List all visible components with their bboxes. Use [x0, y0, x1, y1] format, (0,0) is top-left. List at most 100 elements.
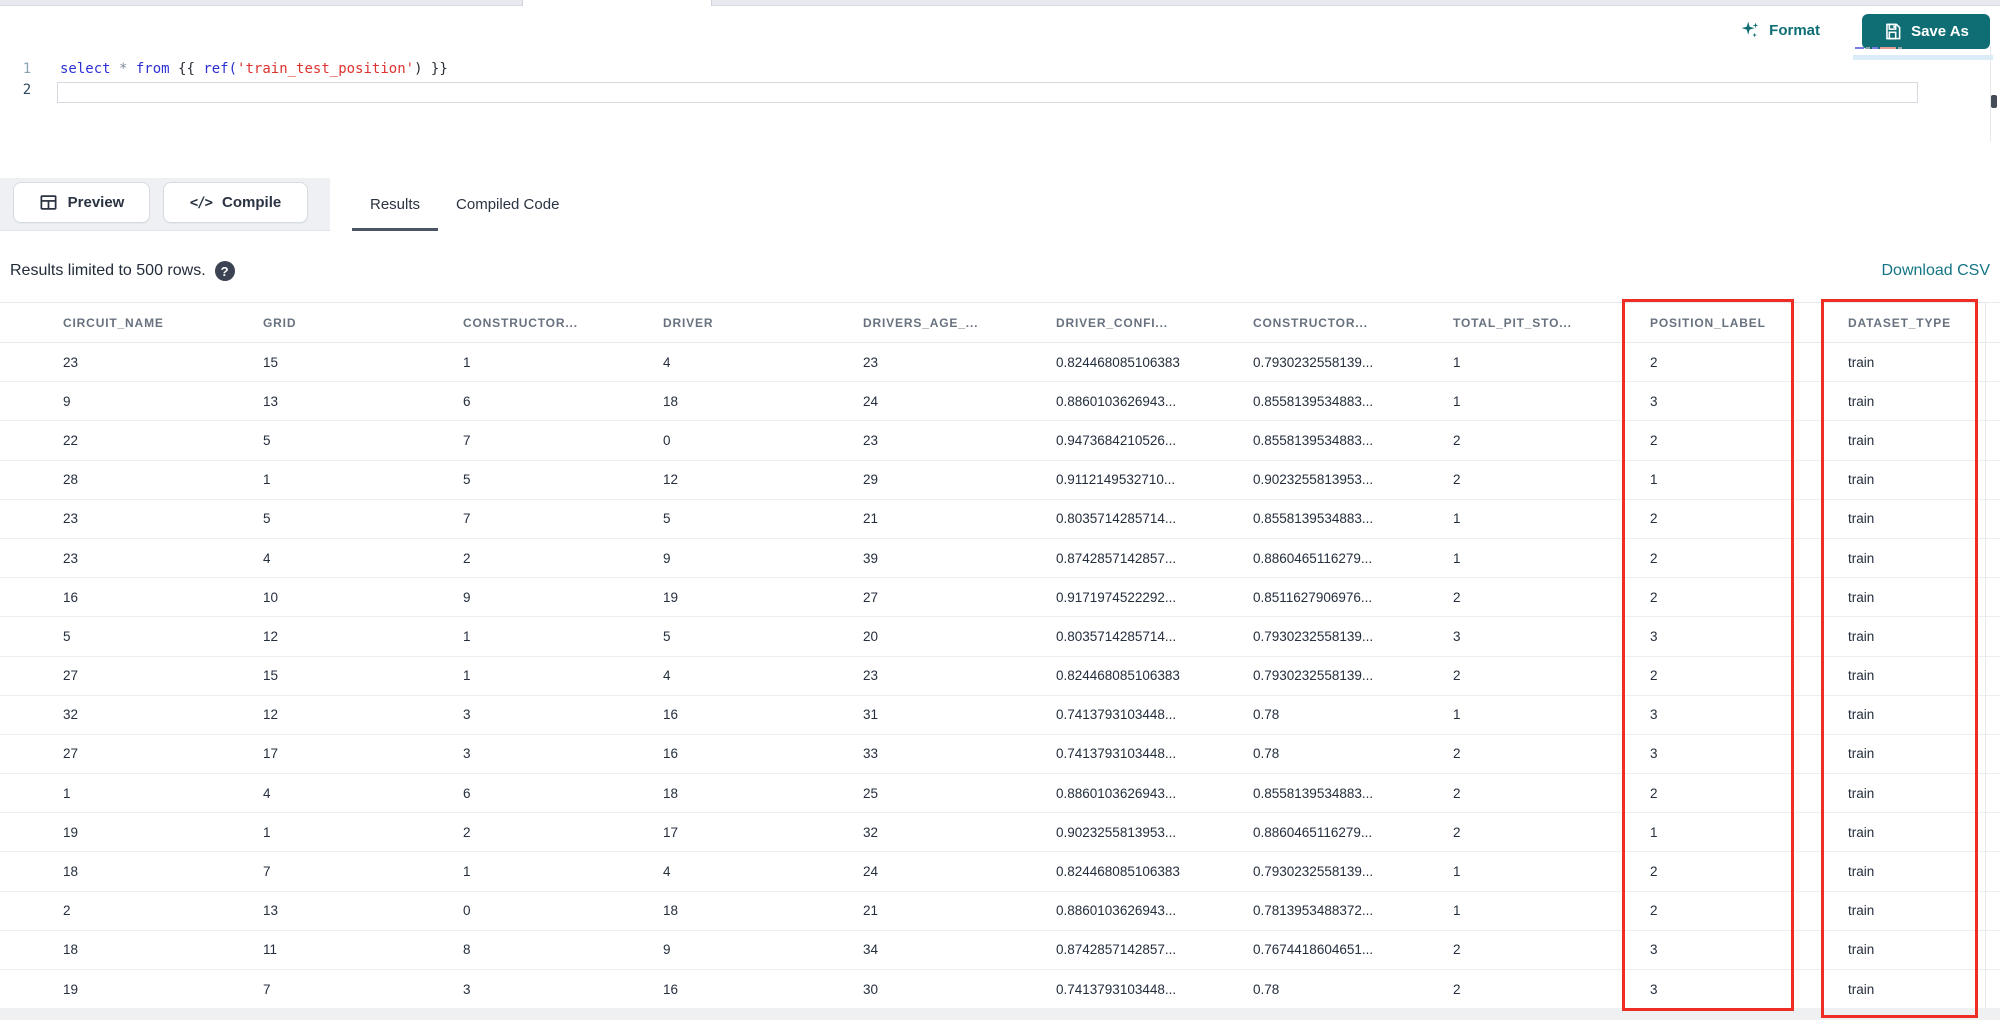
column-header: CONSTRUCTOR...: [400, 302, 600, 343]
table-cell: 1: [400, 656, 600, 696]
table-cell: 3: [400, 695, 600, 735]
save-as-button[interactable]: Save As: [1862, 14, 1990, 49]
table-cell: 3: [400, 969, 600, 1008]
table-cell: 2: [1400, 969, 1600, 1008]
table-cell: 0.7813953488372...: [1200, 891, 1400, 931]
table-cell: 0.8558139534883...: [1200, 420, 1400, 461]
table-cell: 4: [200, 538, 400, 579]
column-header: CONSTRUCTOR...: [1200, 302, 1400, 343]
table-cell: 2: [1400, 734, 1600, 775]
table-cell: 7: [200, 969, 400, 1008]
table-cell: 0.9023255813953...: [1000, 812, 1200, 853]
table-cell: 30: [800, 969, 1000, 1008]
tab-results[interactable]: Results: [352, 178, 439, 231]
table-cell: 18: [600, 891, 800, 931]
table-cell: 5: [600, 499, 800, 539]
save-icon: [1883, 22, 1902, 41]
table-cell: 21: [800, 499, 1000, 539]
column-header: GRID: [200, 302, 400, 343]
table-cell: 0.8511627906976...: [1200, 577, 1400, 618]
table-cell: 18: [0, 930, 200, 971]
table-cell: 2: [1400, 656, 1600, 696]
table-cell: 11: [200, 930, 400, 971]
editor-scrollbar-thumb[interactable]: [1991, 95, 1997, 108]
table-cell: 29: [800, 460, 1000, 500]
table-cell: 0.8035714285714...: [1000, 616, 1200, 657]
table-cell: 0.78: [1200, 969, 1400, 1008]
table-cell: 2: [0, 891, 200, 931]
sql-editor[interactable]: 1 2 select * from {{ ref('train_test_pos…: [0, 7, 2000, 178]
results-tabs: Results Compiled Code: [352, 178, 577, 231]
compile-button[interactable]: </> Compile: [163, 182, 308, 223]
table-cell: 0.8860465116279...: [1200, 812, 1400, 853]
minimap-viewport[interactable]: [1853, 55, 1993, 60]
table-cell: 2: [1400, 773, 1600, 814]
help-icon[interactable]: ?: [214, 261, 235, 281]
table-cell: 16: [0, 577, 200, 618]
tab-compiled-code[interactable]: Compiled Code: [438, 178, 577, 231]
table-cell: 16: [600, 695, 800, 735]
table-cell: 23: [800, 342, 1000, 383]
format-button[interactable]: Format: [1739, 15, 1820, 45]
table-cell: 1: [1400, 381, 1600, 422]
editor-minimap[interactable]: [1855, 46, 1915, 50]
table-cell: 23: [0, 499, 200, 539]
table-cell: 3: [1400, 616, 1600, 657]
table-cell: 39: [800, 538, 1000, 579]
table-cell: 7: [400, 499, 600, 539]
table-cell: 0.7930232558139...: [1200, 851, 1400, 892]
editor-scrollbar-track: [1990, 46, 1991, 142]
table-cell: 32: [800, 812, 1000, 853]
row-limit-text: Results limited to 500 rows. ?: [10, 261, 235, 281]
table-grid-icon: [39, 193, 58, 212]
table-cell: 1: [0, 773, 200, 814]
line-number-1: 1: [22, 61, 32, 77]
table-cell: 0.9473684210526...: [1000, 420, 1200, 461]
table-cell: 2: [400, 812, 600, 853]
table-cell: 19: [0, 969, 200, 1008]
table-cell: 9: [400, 577, 600, 618]
table-cell: 8: [400, 930, 600, 971]
table-cell: 16: [600, 969, 800, 1008]
table-cell: 1: [1400, 499, 1600, 539]
table-cell: 6: [400, 773, 600, 814]
table-cell: 0.7930232558139...: [1200, 616, 1400, 657]
table-cell: 23: [0, 538, 200, 579]
code-line-1[interactable]: select * from {{ ref('train_test_positio…: [60, 61, 448, 82]
active-file-tab[interactable]: [522, 0, 712, 6]
annotation-box-dataset-type: [1821, 299, 1978, 1018]
table-cell: 20: [800, 616, 1000, 657]
results-meta-bar: Results limited to 500 rows. ? Download …: [0, 231, 2000, 302]
table-cell: 0.824468085106383: [1000, 656, 1200, 696]
column-header: DRIVER: [600, 302, 800, 343]
preview-label: Preview: [67, 194, 125, 211]
table-cell: 9: [0, 381, 200, 422]
table-cell: 0.78: [1200, 734, 1400, 775]
table-cell: 2: [1400, 930, 1600, 971]
table-cell: 5: [400, 460, 600, 500]
column-header: CIRCUIT_NAME: [0, 302, 200, 343]
download-csv-link[interactable]: Download CSV: [1882, 262, 1991, 280]
table-cell: 0.8558139534883...: [1200, 773, 1400, 814]
table-cell: 9: [600, 538, 800, 579]
table-cell: 0.7930232558139...: [1200, 342, 1400, 383]
table-cell: 23: [0, 342, 200, 383]
table-cell: 3: [400, 734, 600, 775]
sparkles-icon: [1739, 19, 1761, 41]
active-line-highlight: [57, 82, 1918, 103]
table-cell: 5: [600, 616, 800, 657]
table-cell: 2: [1400, 460, 1600, 500]
table-cell: 1: [1400, 342, 1600, 383]
table-cell: 18: [600, 381, 800, 422]
table-cell: 4: [600, 656, 800, 696]
table-cell: 18: [0, 851, 200, 892]
table-cell: 2: [1400, 420, 1600, 461]
table-cell: 33: [800, 734, 1000, 775]
table-cell: 2: [1400, 812, 1600, 853]
table-cell: 27: [0, 734, 200, 775]
table-cell: 17: [200, 734, 400, 775]
table-cell: 19: [0, 812, 200, 853]
column-header: TOTAL_PIT_STO...: [1400, 302, 1600, 343]
table-cell: 24: [800, 381, 1000, 422]
preview-button[interactable]: Preview: [13, 182, 150, 223]
